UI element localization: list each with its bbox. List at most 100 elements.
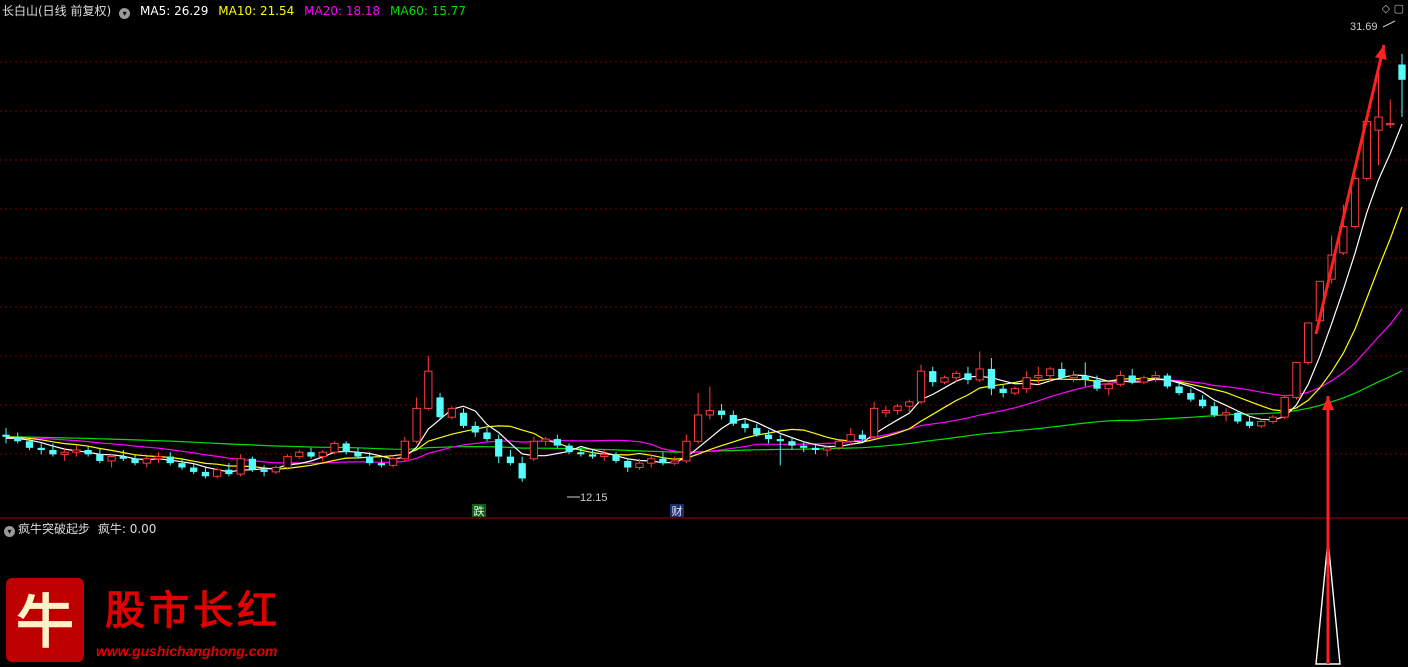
candle — [964, 366, 972, 385]
ma5-line — [5, 123, 1403, 473]
candle-body — [1374, 116, 1383, 131]
candle-body — [1398, 64, 1406, 80]
candle — [929, 366, 937, 387]
candle-body — [213, 469, 222, 477]
candle-body — [1116, 375, 1125, 385]
candle — [483, 428, 491, 442]
candle-body — [25, 441, 34, 448]
candle-body — [600, 453, 609, 458]
candle-body — [1268, 416, 1278, 423]
candle-body — [529, 440, 539, 460]
candle-body — [1304, 322, 1313, 363]
candle — [741, 419, 749, 433]
candle-body — [271, 467, 280, 473]
candle — [1163, 373, 1172, 389]
ma10-legend: MA10: 21.54 — [218, 4, 295, 18]
candle — [612, 452, 620, 464]
candle-body — [342, 443, 350, 453]
diamond-icon[interactable]: ◇ — [1382, 2, 1390, 15]
candle-body — [14, 436, 22, 442]
candle-body — [1081, 375, 1089, 380]
candle-body — [964, 373, 972, 380]
candle-body — [307, 452, 315, 457]
candle — [881, 406, 890, 418]
candle — [553, 434, 561, 448]
stock-chart[interactable]: 31.69 12.15 跌 财 — [0, 0, 1408, 667]
indicator-value: 疯牛: 0.00 — [97, 522, 157, 536]
candle-body — [999, 388, 1007, 394]
logo-char: 牛 — [16, 588, 74, 656]
candle-body — [753, 428, 761, 435]
candle-body — [178, 463, 186, 468]
candle — [495, 434, 503, 464]
candle — [295, 450, 304, 459]
candle — [729, 410, 737, 426]
candle — [529, 436, 539, 461]
candle-body — [693, 414, 703, 442]
candle — [271, 465, 280, 475]
candle-body — [612, 454, 620, 461]
candle-body — [1257, 421, 1266, 427]
candle-body — [424, 370, 433, 409]
indicator-dropdown-icon[interactable]: ▾ — [4, 526, 15, 537]
candle-body — [987, 368, 996, 389]
candle-body — [846, 434, 855, 442]
candle-body — [190, 467, 198, 472]
candle — [846, 428, 855, 446]
candle-body — [541, 438, 550, 442]
candle — [893, 404, 902, 415]
candle — [318, 450, 327, 461]
candle-body — [1151, 375, 1160, 379]
candle-body — [764, 434, 773, 440]
candle-body — [1187, 393, 1195, 400]
candle-body — [518, 463, 526, 479]
candle — [459, 408, 468, 429]
high-price-label: 31.69 — [1350, 21, 1378, 33]
candle — [14, 432, 22, 444]
candle-body — [741, 423, 749, 429]
restore-icon[interactable]: ▢ — [1394, 2, 1404, 15]
candle — [975, 351, 984, 383]
candle-body — [565, 445, 573, 453]
candle-body — [682, 440, 691, 462]
candle — [107, 454, 116, 468]
candle-body — [1280, 396, 1289, 418]
ma20-legend: MA20: 18.18 — [304, 4, 381, 18]
candle-body — [635, 462, 644, 469]
candle-body — [823, 447, 832, 451]
ma20-path — [5, 308, 1403, 464]
candle — [1398, 53, 1406, 118]
candle — [178, 458, 186, 470]
ma10-path — [5, 206, 1403, 470]
candle — [236, 454, 245, 477]
candle-body — [459, 412, 468, 426]
candle-body — [659, 458, 667, 464]
candle-body — [354, 452, 362, 457]
candle — [1069, 371, 1078, 383]
candle-body — [107, 456, 116, 462]
candle — [1198, 395, 1207, 409]
candle — [1116, 371, 1125, 387]
candle-body — [201, 471, 210, 477]
candle-body — [811, 447, 820, 450]
candle — [916, 364, 926, 404]
candle-body — [1022, 377, 1031, 390]
candle — [1128, 368, 1136, 385]
candle — [999, 384, 1007, 398]
candle — [1058, 362, 1066, 380]
diagonal-arrow — [1314, 44, 1386, 335]
candle — [436, 393, 444, 420]
candle-body — [1175, 386, 1183, 394]
candle-body — [483, 432, 491, 440]
watermark: 牛 股市长红 www.gushichanghong.com — [6, 578, 277, 662]
candle-body — [1198, 399, 1207, 407]
candle-body — [1386, 123, 1395, 126]
candle — [447, 406, 456, 420]
candle — [588, 450, 597, 459]
vertical-arrow-head — [1322, 396, 1334, 410]
candle — [248, 456, 256, 472]
candle-body — [858, 434, 867, 440]
candle-body — [905, 401, 914, 407]
candle — [1022, 371, 1031, 394]
dropdown-icon[interactable]: ▾ — [119, 8, 131, 19]
